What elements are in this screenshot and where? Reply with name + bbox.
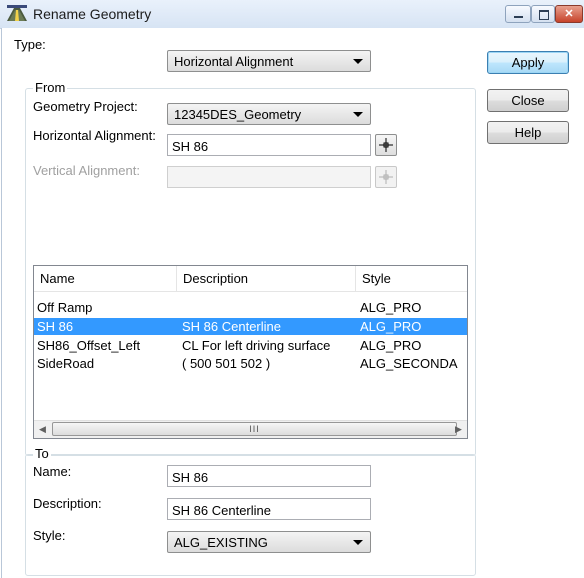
chevron-down-icon bbox=[353, 112, 363, 117]
row-style: ALG_PRO bbox=[360, 300, 422, 315]
chevron-down-icon bbox=[353, 59, 363, 64]
row-name: SideRoad bbox=[37, 356, 95, 371]
row-style: ALG_SECONDA bbox=[360, 356, 458, 371]
crosshair-icon bbox=[379, 170, 393, 184]
table-row[interactable]: SideRoad ( 500 501 502 ) ALG_SECONDA bbox=[34, 355, 467, 372]
type-dropdown[interactable]: Horizontal Alignment bbox=[167, 50, 371, 72]
column-header-style[interactable]: Style bbox=[356, 266, 467, 291]
row-style: ALG_PRO bbox=[360, 319, 422, 334]
row-description: ( 500 501 502 ) bbox=[182, 356, 271, 371]
horizontal-alignment-input[interactable] bbox=[168, 135, 370, 155]
horizontal-alignment-pick-button[interactable] bbox=[375, 134, 397, 156]
to-style-value: ALG_EXISTING bbox=[174, 535, 268, 550]
maximize-button[interactable] bbox=[531, 5, 555, 23]
to-name-label: Name: bbox=[33, 464, 72, 479]
close-icon: ✕ bbox=[564, 8, 574, 20]
help-button[interactable]: Help bbox=[487, 121, 569, 144]
row-description: SH 86 Centerline bbox=[182, 319, 281, 334]
type-dropdown-value: Horizontal Alignment bbox=[174, 54, 294, 69]
scrollbar-grip: III bbox=[249, 424, 260, 434]
close-window-button[interactable]: ✕ bbox=[555, 5, 583, 23]
scrollbar-thumb[interactable]: III bbox=[52, 422, 457, 436]
geometry-project-dropdown[interactable]: 12345DES_Geometry bbox=[167, 103, 371, 125]
horizontal-alignment-label: Horizontal Alignment: bbox=[33, 128, 156, 143]
crosshair-icon bbox=[379, 138, 393, 152]
scroll-right-icon[interactable]: ▶ bbox=[450, 421, 467, 438]
column-header-name[interactable]: Name bbox=[34, 266, 177, 291]
apply-button[interactable]: Apply bbox=[487, 51, 569, 74]
type-label: Type: bbox=[14, 37, 46, 52]
row-name: Off Ramp bbox=[37, 300, 93, 315]
minimize-icon bbox=[514, 16, 523, 18]
scroll-left-icon[interactable]: ◀ bbox=[34, 421, 51, 438]
vertical-alignment-field[interactable] bbox=[167, 166, 371, 188]
to-description-label: Description: bbox=[33, 496, 102, 511]
geometry-project-value: 12345DES_Geometry bbox=[174, 107, 302, 122]
to-name-input[interactable] bbox=[168, 466, 370, 486]
maximize-icon bbox=[539, 10, 549, 20]
to-style-dropdown[interactable]: ALG_EXISTING bbox=[167, 531, 371, 553]
row-name: SH 86 bbox=[37, 319, 74, 334]
row-name: SH86_Offset_Left bbox=[37, 338, 141, 353]
from-group-title: From bbox=[33, 80, 68, 95]
vertical-alignment-input[interactable] bbox=[168, 167, 370, 187]
table-row[interactable]: Off Ramp ALG_PRO bbox=[34, 299, 467, 316]
to-description-input[interactable] bbox=[168, 499, 370, 519]
table-row-selected[interactable]: SH 86 SH 86 Centerline ALG_PRO bbox=[34, 318, 467, 335]
row-description: CL For left driving surface bbox=[182, 338, 331, 353]
column-header-description[interactable]: Description bbox=[177, 266, 356, 291]
horizontal-scrollbar[interactable]: ◀ III ▶ bbox=[34, 420, 467, 438]
to-name-field[interactable] bbox=[167, 465, 371, 487]
dialog-body: Type: Horizontal Alignment From Geometry… bbox=[1, 28, 584, 578]
alignment-list[interactable]: Name Description Style Off Ramp ALG_PRO … bbox=[33, 265, 468, 439]
close-button[interactable]: Close bbox=[487, 89, 569, 112]
to-description-field[interactable] bbox=[167, 498, 371, 520]
vertical-alignment-label: Vertical Alignment: bbox=[33, 163, 140, 178]
window-title: Rename Geometry bbox=[33, 6, 152, 22]
title-bar[interactable]: Rename Geometry ✕ bbox=[0, 0, 584, 29]
horizontal-alignment-field[interactable] bbox=[167, 134, 371, 156]
row-style: ALG_PRO bbox=[360, 338, 422, 353]
to-group-title: To bbox=[33, 446, 51, 461]
list-header: Name Description Style bbox=[34, 266, 467, 292]
table-row[interactable]: SH86_Offset_Left CL For left driving sur… bbox=[34, 337, 467, 354]
road-icon bbox=[7, 5, 27, 21]
to-style-label: Style: bbox=[33, 528, 66, 543]
vertical-alignment-pick-button[interactable] bbox=[375, 166, 397, 188]
chevron-down-icon bbox=[353, 540, 363, 545]
minimize-button[interactable] bbox=[505, 5, 531, 23]
geometry-project-label: Geometry Project: bbox=[33, 99, 138, 114]
